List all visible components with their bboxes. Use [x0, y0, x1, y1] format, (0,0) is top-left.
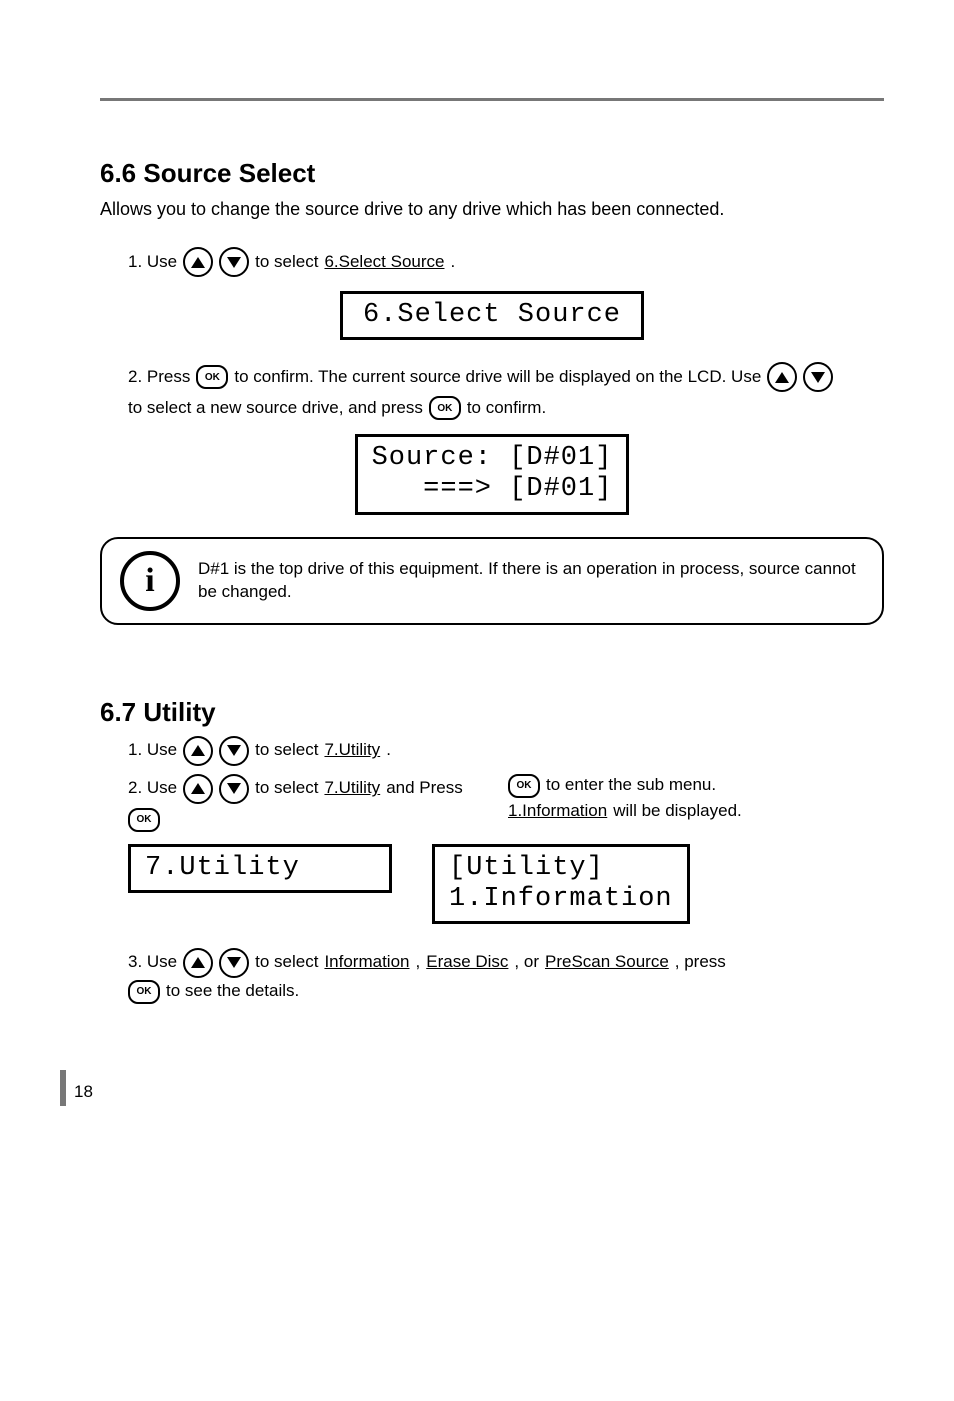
info-callout: i D#1 is the top drive of this equipment… [100, 537, 884, 625]
link-information: 1.Information [508, 800, 607, 823]
page-accent [60, 1070, 66, 1106]
step-text: 1. Use [128, 739, 177, 762]
up-icon [183, 948, 213, 978]
section-subtitle: Allows you to change the source drive to… [100, 197, 884, 221]
info-text: D#1 is the top drive of this equipment. … [198, 558, 864, 604]
step-2-left: 2. Use to select 7.Utility and Press OK [128, 772, 468, 834]
link-utility: 7.Utility [324, 739, 380, 762]
link-utility: 7.Utility [324, 777, 380, 800]
up-icon [183, 774, 213, 804]
link-information: Information [324, 951, 409, 974]
step-text: to select [255, 951, 318, 974]
step-text: , or [514, 951, 539, 974]
step-text: to select [255, 777, 318, 800]
step-text: and Press [386, 777, 463, 800]
up-icon [183, 736, 213, 766]
step-1-b: 1. Use to select 7.Utility . [128, 736, 884, 766]
step-text: to confirm. [467, 397, 546, 420]
step-text: , press [675, 951, 726, 974]
up-icon [767, 362, 797, 392]
step-text: to enter the sub menu. [546, 774, 716, 797]
step-text: to select [255, 739, 318, 762]
lcd-utility-info: [Utility] 1.Information [432, 844, 690, 924]
step-text: , [416, 951, 421, 974]
step-text: to select [255, 251, 318, 274]
info-icon: i [120, 551, 180, 611]
link-erase-disc: Erase Disc [426, 951, 508, 974]
link-select-source: 6.Select Source [324, 251, 444, 274]
step-3-b: 3. Use to select Information , Erase Dis… [128, 948, 884, 1004]
down-icon [803, 362, 833, 392]
link-prescan-source: PreScan Source [545, 951, 669, 974]
ok-icon: OK [196, 365, 228, 389]
section-title: 6.6 Source Select [100, 156, 884, 191]
step-text: . [450, 251, 455, 274]
lcd-utility: 7.Utility [128, 844, 392, 893]
lcd-select-source: 6.Select Source [340, 291, 644, 340]
step-1: 1. Use to select 6.Select Source . [128, 247, 884, 277]
page-number: 18 [74, 1081, 93, 1104]
ok-icon: OK [429, 396, 461, 420]
step-text: to select a new source drive, and press [128, 397, 423, 420]
step-text: . [386, 739, 391, 762]
down-icon [219, 948, 249, 978]
ok-icon: OK [128, 808, 160, 832]
step-2-right: OK to enter the sub menu. 1.Information … [508, 772, 742, 825]
lcd-source-d01: Source: [D#01] ===> [D#01] [355, 434, 630, 514]
step-text: to confirm. The current source drive wil… [234, 366, 761, 389]
step-text: 1. Use [128, 251, 177, 274]
step-text: 2. Use [128, 777, 177, 800]
step-2: 2. Press OK to confirm. The current sour… [128, 362, 884, 420]
down-icon [219, 774, 249, 804]
down-icon [219, 247, 249, 277]
divider [100, 98, 884, 101]
section-title: 6.7 Utility [100, 695, 884, 730]
up-icon [183, 247, 213, 277]
step-text: to see the details. [166, 980, 299, 1003]
step-text: 3. Use [128, 951, 177, 974]
step-text: 2. Press [128, 366, 190, 389]
ok-icon: OK [508, 774, 540, 798]
ok-icon: OK [128, 980, 160, 1004]
down-icon [219, 736, 249, 766]
step-text: will be displayed. [613, 800, 742, 823]
